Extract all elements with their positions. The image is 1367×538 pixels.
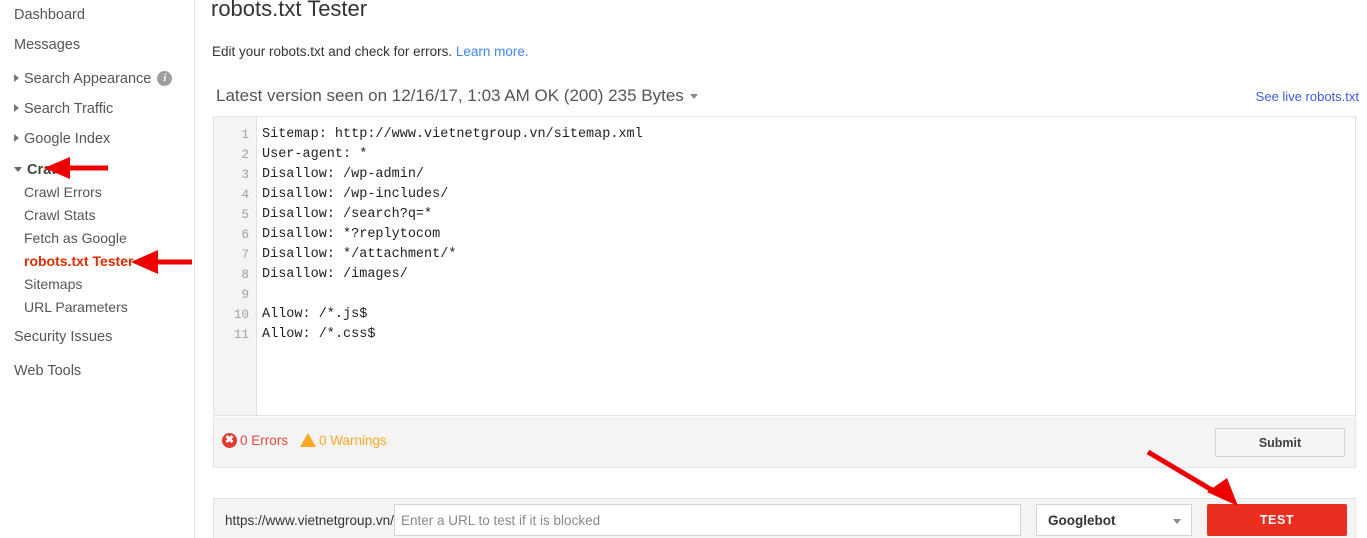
sidebar-item-web-tools[interactable]: Web Tools [0,356,195,386]
code-line: Allow: /*.css$ [262,327,376,342]
sidebar-item-url-parameters[interactable]: URL Parameters [0,296,195,319]
main-content: robots.txt Tester Edit your robots.txt a… [196,0,1367,538]
sidebar-item-robots-txt-tester[interactable]: robots.txt Tester [0,250,195,273]
sidebar-item-label: Security Issues [14,329,113,345]
code-line: Disallow: /wp-admin/ [262,167,425,182]
sidebar-item-label: URL Parameters [24,299,128,315]
code-line: Disallow: /search?q=* [262,207,433,222]
url-prefix-label: https://www.vietnetgroup.vn/ [225,513,394,528]
code-line: Sitemap: http://www.vietnetgroup.vn/site… [262,127,643,142]
sidebar-item-messages[interactable]: Messages [0,30,195,60]
line-number: 7 [241,248,249,262]
code-line: Disallow: /images/ [262,267,408,282]
line-number: 11 [233,328,249,342]
sidebar-item-label: Sitemaps [24,276,83,292]
line-number: 8 [241,268,249,282]
sidebar-item-label: Crawl Stats [24,207,96,223]
sidebar-item-search-appearance[interactable]: Search Appearance i [0,64,195,94]
chevron-right-icon [14,134,19,143]
code-line: Allow: /*.js$ [262,307,368,322]
line-number: 4 [241,188,249,202]
status-messages: ✖ 0 Errors 0 Warnings [222,432,387,449]
code-line: Disallow: /wp-includes/ [262,187,449,202]
sidebar-item-label: Google Index [24,131,111,147]
chevron-right-icon [14,104,19,113]
editor-code-area[interactable]: Sitemap: http://www.vietnetgroup.vn/site… [258,117,1355,415]
code-line: User-agent: * [262,147,368,162]
latest-version-dropdown[interactable]: Latest version seen on 12/16/17, 1:03 AM… [216,86,698,106]
url-test-bar: https://www.vietnetgroup.vn/ Googlebot T… [213,498,1356,538]
sidebar-item-fetch-as-google[interactable]: Fetch as Google [0,227,195,250]
sidebar-item-crawl-errors[interactable]: Crawl Errors [0,181,195,204]
chevron-right-icon [14,74,19,83]
errors-count-label: 0 Errors [240,433,289,448]
line-number: 3 [241,168,249,182]
warning-icon [300,433,317,448]
chevron-down-icon [689,94,698,100]
robots-txt-editor[interactable]: 1 2 3 4 5 6 7 8 9 10 11 Sitemap: http://… [213,116,1356,416]
sidebar-item-dashboard[interactable]: Dashboard [0,0,195,30]
sidebar-item-label: robots.txt Tester [24,253,134,269]
url-test-input[interactable] [394,504,1021,536]
chevron-down-icon [14,166,22,172]
chevron-down-icon [1173,519,1181,524]
editor-status-bar: ✖ 0 Errors 0 Warnings Submit [213,417,1356,468]
error-icon: ✖ [222,432,237,448]
user-agent-select[interactable]: Googlebot [1036,504,1192,536]
line-number: 9 [241,288,249,302]
learn-more-link[interactable]: Learn more. [456,44,529,59]
warnings-count-label: 0 Warnings [319,433,387,448]
sidebar-item-label: Dashboard [14,7,85,23]
sidebar-nav: Dashboard Messages Search Appearance i Se… [0,0,195,538]
page-title: robots.txt Tester [211,0,368,21]
code-line: Disallow: */attachment/* [262,247,457,262]
sidebar-item-security-issues[interactable]: Security Issues [0,322,195,352]
sidebar-item-label: Fetch as Google [24,230,127,246]
code-line: Disallow: *?replytocom [262,227,441,242]
line-number: 5 [241,208,249,222]
sidebar-item-label: Web Tools [14,363,82,379]
line-number: 6 [241,228,249,242]
page-subtitle: Edit your robots.txt and check for error… [212,44,529,59]
line-number: 10 [233,308,249,322]
test-button[interactable]: TEST [1207,504,1347,536]
subtitle-text: Edit your robots.txt and check for error… [212,44,453,59]
sidebar-item-label: Search Appearance [24,71,152,87]
see-live-robots-link[interactable]: See live robots.txt [1256,89,1359,104]
sidebar-item-google-index[interactable]: Google Index [0,124,195,154]
submit-button[interactable]: Submit [1215,428,1345,457]
sidebar-item-label: Crawl Errors [24,184,102,200]
sidebar-item-crawl-stats[interactable]: Crawl Stats [0,204,195,227]
editor-line-number-gutter: 1 2 3 4 5 6 7 8 9 10 11 [214,117,257,415]
sidebar-item-sitemaps[interactable]: Sitemaps [0,273,195,296]
user-agent-selected-label: Googlebot [1048,513,1116,528]
latest-version-label: Latest version seen on 12/16/17, 1:03 AM… [216,86,684,105]
info-icon[interactable]: i [157,70,173,86]
sidebar-item-search-traffic[interactable]: Search Traffic [0,94,195,124]
line-number: 1 [241,128,249,142]
sidebar-item-label: Messages [14,37,81,53]
line-number: 2 [241,148,249,162]
robots-txt-tester-page: Dashboard Messages Search Appearance i Se… [0,0,1367,538]
sidebar-item-label: Search Traffic [24,101,114,117]
sidebar-item-label: Crawl [27,162,67,178]
